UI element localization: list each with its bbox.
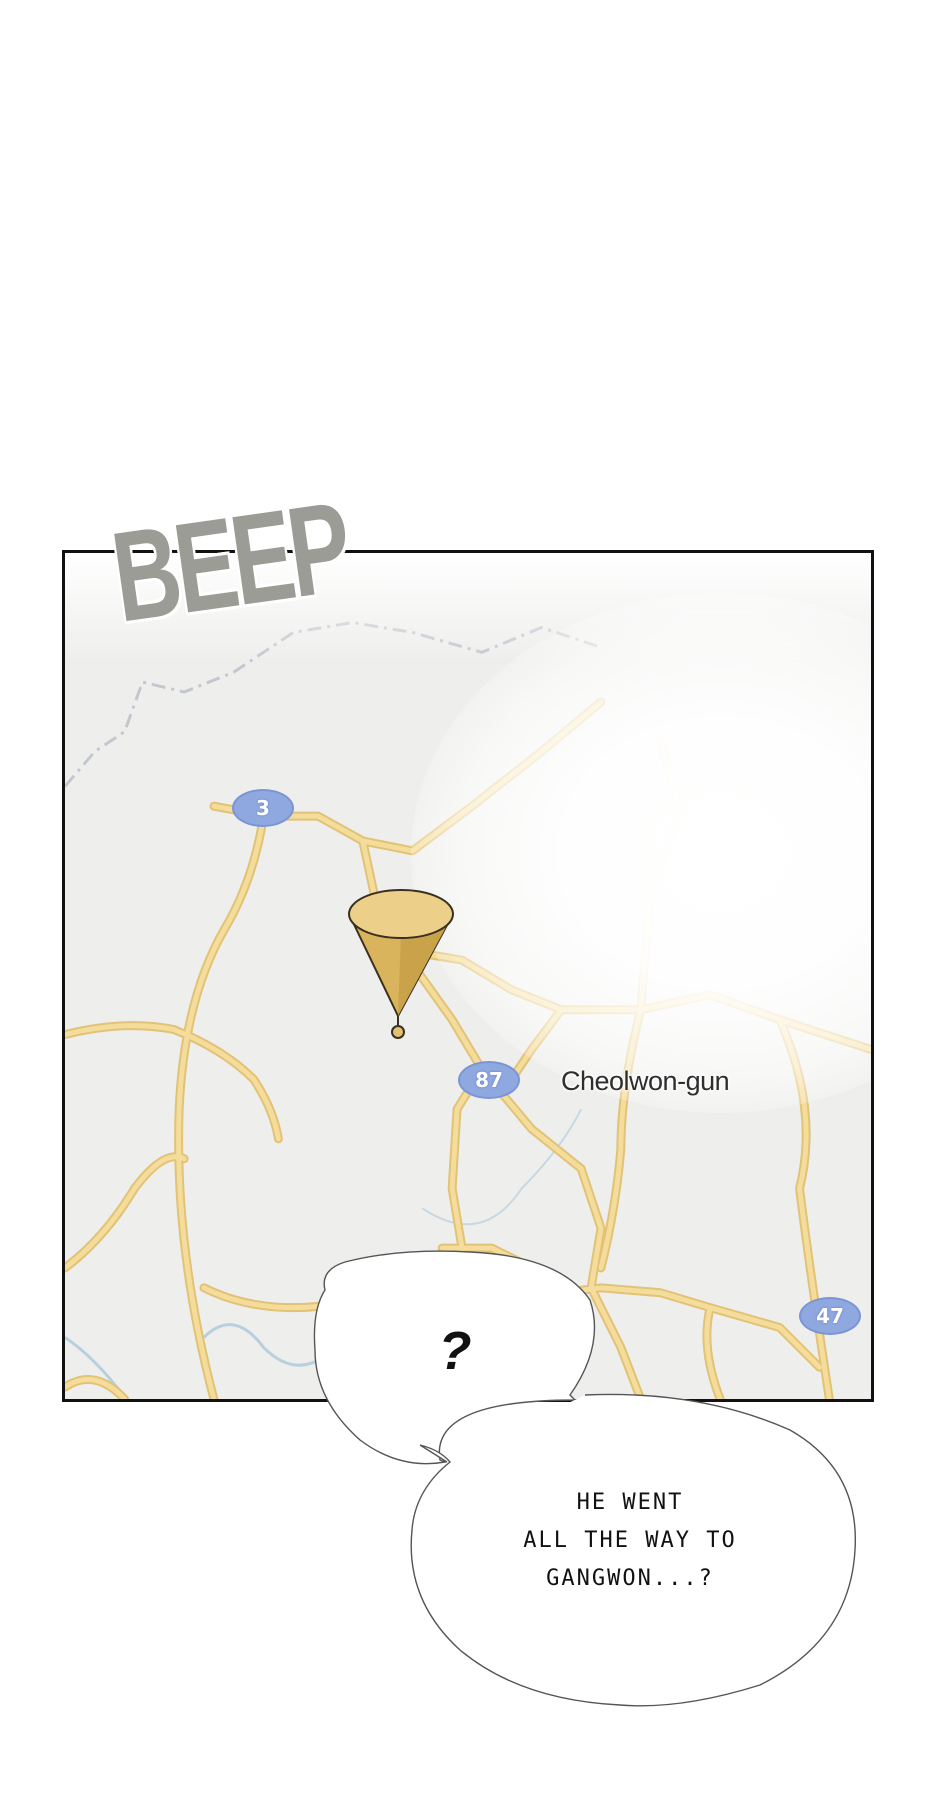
sound-effect-text: BEEP: [104, 475, 356, 650]
route-badge-3: 3: [232, 789, 294, 827]
route-badge-47: 47: [799, 1297, 861, 1335]
sound-effect: BEEP: [104, 475, 355, 675]
question-mark: ?: [438, 1321, 472, 1381]
speech-line: GANGWON...?: [546, 1566, 714, 1591]
river: [421, 1108, 583, 1226]
location-pin-icon: [348, 889, 454, 1039]
route-badge-87: 87: [458, 1061, 520, 1099]
speech-text: HE WENT ALL THE WAY TO GANGWON...?: [480, 1484, 780, 1598]
map-panel: 3 87 47 Cheolwon-gun: [62, 550, 874, 1402]
speech-line: HE WENT: [576, 1490, 684, 1515]
river: [202, 1323, 384, 1368]
speech-line: ALL THE WAY TO: [523, 1528, 737, 1553]
place-label: Cheolwon-gun: [561, 1066, 730, 1096]
